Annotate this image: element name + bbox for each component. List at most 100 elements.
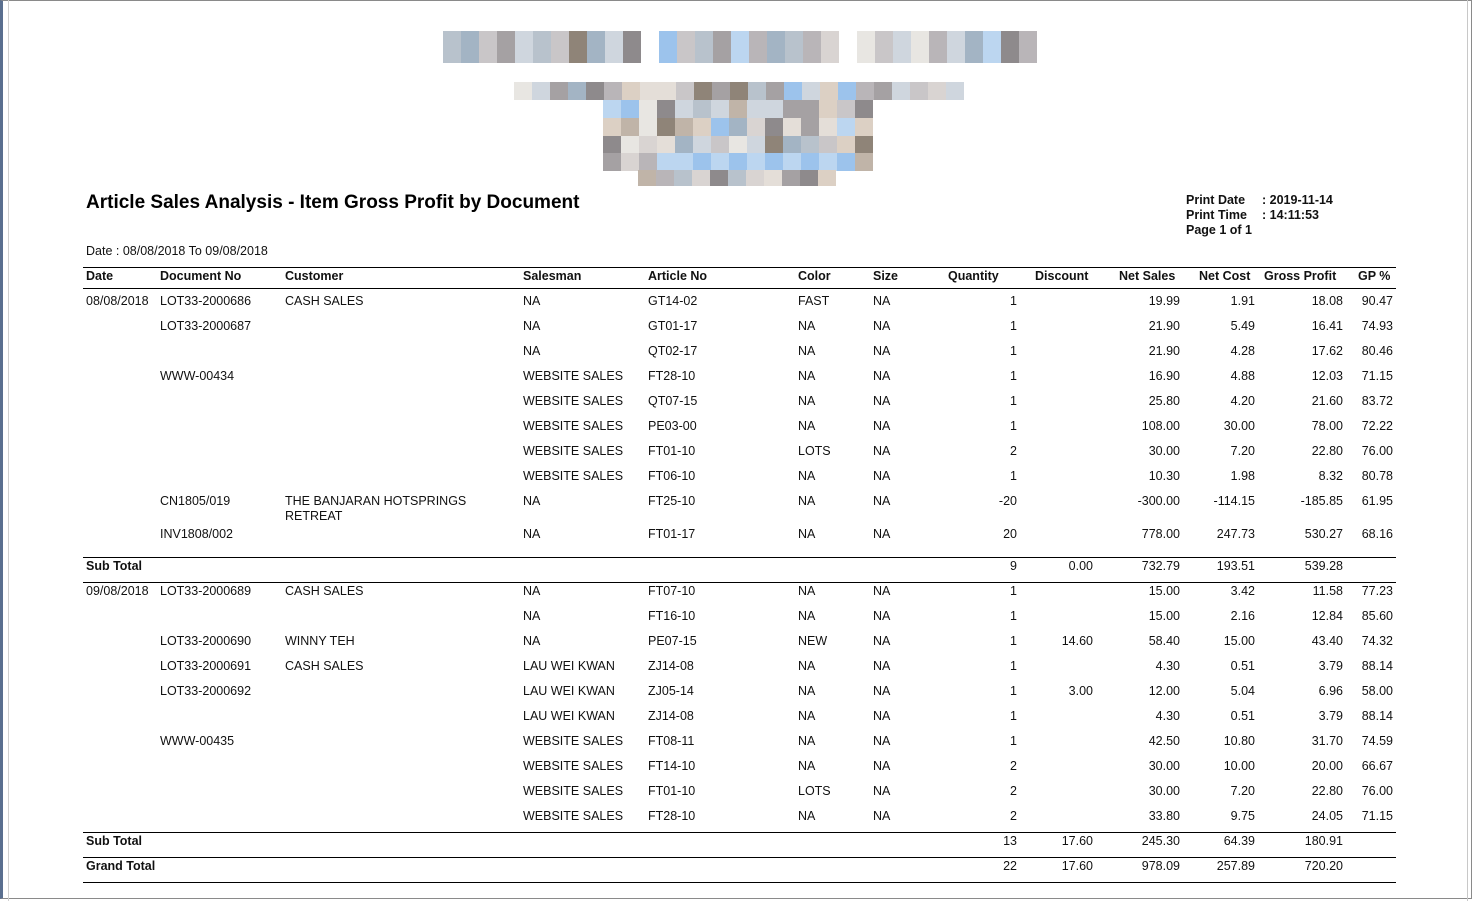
column-header: Customer [285, 269, 344, 283]
cell-salesman: WEBSITE SALES [523, 784, 624, 798]
cell-qty: 1 [1010, 294, 1017, 308]
redacted-pixel-block [892, 82, 910, 100]
redacted-pixel-block [712, 82, 730, 100]
cell-article: FT08-11 [648, 734, 695, 748]
cell-salesman: NA [523, 584, 541, 598]
cell-gross-profit: 539.28 [1304, 559, 1343, 573]
redacted-pixel-block [656, 170, 674, 186]
cell-article: FT01-10 [648, 444, 696, 458]
cell-gross-profit: 720.20 [1304, 859, 1343, 873]
cell-customer: CASH SALES [285, 659, 364, 673]
cell-size: NA [873, 784, 891, 798]
cell-net-cost: 7.20 [1230, 444, 1255, 458]
cell-color: NA [798, 527, 816, 541]
cell-color: NA [798, 609, 816, 623]
redacted-header-row [443, 31, 1037, 63]
redacted-pixel-block [819, 136, 837, 154]
redacted-pixel-block [676, 82, 694, 100]
redacted-pixel-block [821, 31, 839, 63]
redacted-pixel-block [677, 31, 695, 63]
redacted-pixel-block [641, 31, 659, 63]
redacted-pixel-block [694, 82, 712, 100]
cell-gp: 71.15 [1361, 809, 1393, 823]
redacted-pixel-block [983, 31, 1001, 63]
redacted-pixel-block [674, 170, 692, 186]
redacted-header-row [603, 118, 873, 136]
cell-customer: CASH SALES [285, 584, 364, 598]
redacted-pixel-block [711, 118, 729, 136]
cell-net-cost: 1.91 [1230, 294, 1255, 308]
redacted-pixel-block [820, 82, 838, 100]
cell-salesman: NA [523, 609, 541, 623]
redacted-pixel-block [855, 153, 873, 171]
cell-net-cost: 10.80 [1223, 734, 1255, 748]
cell-size: NA [873, 734, 891, 748]
redacted-pixel-block [965, 31, 983, 63]
redacted-pixel-block [837, 118, 855, 136]
cell-net-cost: 3.42 [1230, 584, 1255, 598]
redacted-pixel-block [731, 31, 749, 63]
redacted-pixel-block [946, 82, 964, 100]
cell-qty: 1 [1010, 319, 1017, 333]
redacted-pixel-block [765, 136, 783, 154]
cell-doc: LOT33-2000692 [160, 684, 252, 698]
redacted-pixel-block [550, 82, 568, 100]
cell-net-cost: 193.51 [1216, 559, 1255, 573]
cell-qty: 1 [1010, 659, 1017, 673]
redacted-pixel-block [1001, 31, 1019, 63]
redacted-pixel-block [783, 100, 801, 118]
redacted-pixel-block [695, 31, 713, 63]
redacted-pixel-block [783, 136, 801, 154]
cell-size: NA [873, 394, 891, 408]
cell-gp: 85.60 [1361, 609, 1393, 623]
redacted-pixel-block [675, 153, 693, 171]
redacted-pixel-block [621, 136, 639, 154]
redacted-pixel-block [837, 136, 855, 154]
cell-doc: LOT33-2000689 [160, 584, 252, 598]
cell-article: ZJ14-08 [648, 659, 694, 673]
cell-gp: 76.00 [1361, 444, 1393, 458]
redacted-pixel-block [639, 118, 657, 136]
cell-net-cost: 9.75 [1230, 809, 1255, 823]
cell-color: LOTS [798, 444, 831, 458]
redacted-pixel-block [603, 136, 621, 154]
cell-date: 09/08/2018 [86, 584, 149, 598]
cell-discount: 0.00 [1068, 559, 1093, 573]
redacted-pixel-block [622, 82, 640, 100]
cell-article: ZJ14-08 [648, 709, 694, 723]
cell-net-cost: 4.28 [1230, 344, 1255, 358]
cell-article: GT01-17 [648, 319, 698, 333]
redacted-pixel-block [783, 118, 801, 136]
redacted-pixel-block [728, 170, 746, 186]
cell-article: PE03-00 [648, 419, 697, 433]
cell-salesman: WEBSITE SALES [523, 369, 624, 383]
redacted-pixel-block [568, 82, 586, 100]
cell-gp: 90.47 [1361, 294, 1393, 308]
redacted-pixel-block [479, 31, 497, 63]
redacted-pixel-block [839, 31, 857, 63]
cell-gp: 88.14 [1361, 659, 1393, 673]
redacted-pixel-block [857, 31, 875, 63]
cell-salesman: NA [523, 344, 541, 358]
date-range: Date : 08/08/2018 To 09/08/2018 [86, 244, 268, 258]
cell-qty: 1 [1010, 469, 1017, 483]
redacted-pixel-block [764, 170, 782, 186]
redacted-pixel-block [819, 153, 837, 171]
total-bottom-rule [83, 582, 1396, 583]
cell-color: NA [798, 709, 816, 723]
redacted-pixel-block [603, 153, 621, 171]
cell-gp: 83.72 [1361, 394, 1393, 408]
cell-customer: WINNY TEH [285, 634, 355, 648]
cell-doc: WWW-00435 [160, 734, 235, 748]
redacted-pixel-block [638, 170, 656, 186]
cell-net-cost: 30.00 [1223, 419, 1255, 433]
redacted-pixel-block [605, 31, 623, 63]
redacted-pixel-block [747, 136, 765, 154]
cell-size: NA [873, 659, 891, 673]
cell-color: NA [798, 809, 816, 823]
cell-color: NA [798, 469, 816, 483]
redacted-pixel-block [837, 153, 855, 171]
column-header: Document No [160, 269, 242, 283]
cell-gp: 74.59 [1361, 734, 1393, 748]
redacted-pixel-block [639, 136, 657, 154]
